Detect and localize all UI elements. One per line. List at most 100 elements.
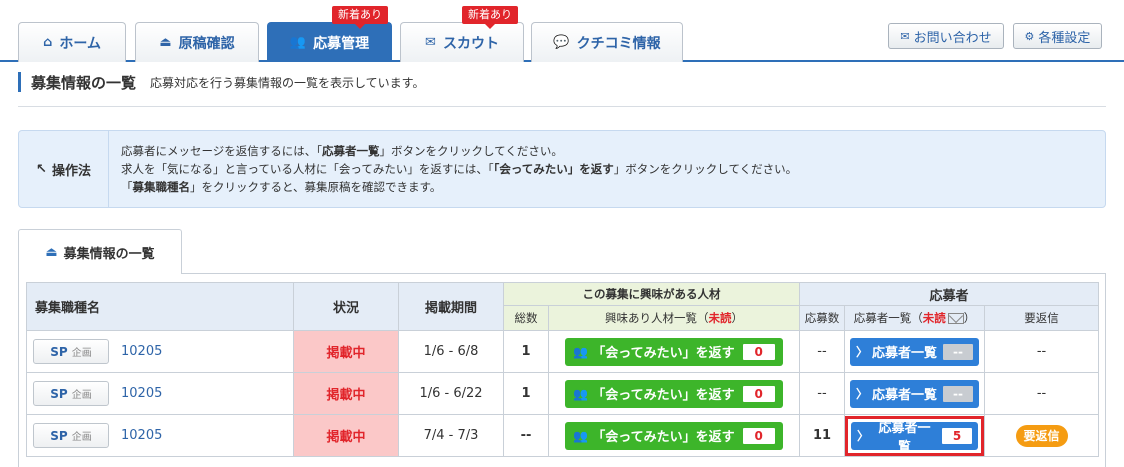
applicant-list-button[interactable]: 〉応募者一覧 -- bbox=[849, 379, 980, 408]
cell-job: SP 企画 10205 bbox=[26, 330, 294, 373]
sp-sub-label: 企画 bbox=[71, 390, 92, 401]
header-text: 興味あり人材一覧（ bbox=[605, 311, 709, 325]
users-icon: 👥 bbox=[573, 386, 589, 401]
applicant-count-cell: -- bbox=[799, 330, 845, 373]
header-text: ） bbox=[731, 311, 744, 325]
sp-plan-button[interactable]: SP 企画 bbox=[33, 423, 109, 448]
meet-button-label: 「会ってみたい」を返す bbox=[592, 346, 735, 361]
col-header-applicants-group: 応募者 bbox=[798, 282, 1100, 306]
col-header-total: 総数 bbox=[503, 305, 549, 331]
job-title-link[interactable]: 10205 bbox=[121, 386, 162, 401]
job-table: 募集職種名 状況 掲載期間 この募集に興味がある人材 応募者 総数 興味あり人材… bbox=[26, 282, 1100, 457]
sp-label: SP bbox=[50, 344, 68, 359]
col-header-applicant-list: 応募者一覧（未読 ） bbox=[844, 305, 985, 331]
instruction-text-part: 応募者にメッセージを返信するには、「 bbox=[121, 144, 323, 158]
unread-label: 未読 bbox=[708, 311, 732, 325]
instruction-box: ↖ 操作法 応募者にメッセージを返信するには、「応募者一覧」ボタンをクリックして… bbox=[18, 130, 1106, 208]
table-row: SP 企画 10205 掲載中 7/4 - 7/3 -- 👥 「会ってみたい」を返す 0… bbox=[26, 414, 1100, 457]
interest-total-cell: 1 bbox=[503, 372, 549, 415]
instruction-line-1: 応募者にメッセージを返信するには、「応募者一覧」ボタンをクリックしてください。 bbox=[121, 142, 797, 160]
sp-label: SP bbox=[50, 386, 68, 401]
meet-cell: 👥 「会ってみたい」を返す 0 bbox=[548, 372, 800, 415]
header-text: 応募者一覧（ bbox=[853, 311, 923, 325]
tab-manuscript-label: 原稿確認 bbox=[178, 35, 235, 52]
page-heading: 募集情報の一覧 応募対応を行う募集情報の一覧を表示しています。 bbox=[18, 70, 424, 94]
status-cell: 掲載中 bbox=[293, 330, 399, 373]
meet-count: 0 bbox=[742, 385, 775, 402]
cell-job: SP 企画 10205 bbox=[26, 372, 294, 415]
meet-button-label: 「会ってみたい」を返す bbox=[592, 430, 735, 445]
settings-button[interactable]: ⚙ 各種設定 bbox=[1013, 23, 1102, 49]
job-title-link[interactable]: 10205 bbox=[121, 428, 162, 443]
col-header-reply-needed: 要返信 bbox=[983, 305, 1100, 331]
period-cell: 1/6 - 6/8 bbox=[398, 330, 504, 373]
meet-cell: 👥 「会ってみたい」を返す 0 bbox=[548, 414, 800, 457]
period-cell: 1/6 - 6/22 bbox=[398, 372, 504, 415]
divider bbox=[18, 106, 1106, 107]
col-header-applicant-count: 応募数 bbox=[799, 305, 845, 331]
period-cell: 7/4 - 7/3 bbox=[398, 414, 504, 457]
meet-count: 0 bbox=[742, 343, 775, 360]
heading-accent-bar bbox=[18, 72, 21, 92]
instruction-line-2: 求人を「気になる」と言っている人材に「会ってみたい」を返すには、「「会ってみたい… bbox=[121, 160, 797, 178]
cell-job: SP 企画 10205 bbox=[26, 414, 294, 457]
tab-applications[interactable]: 👥 応募管理 bbox=[267, 22, 392, 62]
tab-home[interactable]: ⌂ ホーム bbox=[18, 22, 126, 62]
applicant-list-button[interactable]: 〉応募者一覧 5 bbox=[851, 421, 978, 455]
contact-label: お問い合わせ bbox=[913, 30, 992, 46]
tab-reviews[interactable]: 💬 クチコミ情報 bbox=[531, 22, 683, 62]
job-title-link[interactable]: 10205 bbox=[121, 344, 162, 359]
tab-manuscript[interactable]: ⏏ 原稿確認 bbox=[135, 22, 259, 62]
header-text: ） bbox=[963, 311, 976, 325]
applicant-list-label: 応募者一覧 bbox=[878, 420, 931, 455]
gear-icon: ⚙ bbox=[1024, 29, 1035, 43]
home-icon: ⌂ bbox=[43, 35, 53, 50]
return-meet-button[interactable]: 👥 「会ってみたい」を返す 0 bbox=[565, 337, 783, 366]
status-cell: 掲載中 bbox=[293, 372, 399, 415]
unread-label: 未読 bbox=[922, 311, 946, 325]
tab-job-list[interactable]: ⏏ 募集情報の一覧 bbox=[18, 229, 182, 274]
reply-cell: -- bbox=[983, 372, 1100, 415]
table-row: SP 企画 10205 掲載中 1/6 - 6/22 1 👥 「会ってみたい」を返す 0… bbox=[26, 372, 1100, 415]
sp-plan-button[interactable]: SP 企画 bbox=[33, 339, 109, 364]
tab-scout-label: スカウト bbox=[442, 35, 499, 52]
tab-home-label: ホーム bbox=[59, 35, 101, 52]
instruction-text-part: 」をクリックすると、募集原稿を確認できます。 bbox=[190, 180, 442, 194]
reply-needed-badge[interactable]: 要返信 bbox=[1015, 424, 1068, 447]
cursor-icon: ↖ bbox=[36, 161, 47, 177]
applicant-count-cell: 11 bbox=[799, 414, 845, 457]
new-badge-applications: 新着あり bbox=[332, 6, 388, 29]
meet-cell: 👥 「会ってみたい」を返す 0 bbox=[548, 330, 800, 373]
instruction-text-bold: 「会ってみたい」を返す bbox=[493, 162, 614, 176]
return-meet-button[interactable]: 👥 「会ってみたい」を返す 0 bbox=[565, 421, 783, 450]
applicant-list-button[interactable]: 〉応募者一覧 -- bbox=[849, 337, 980, 366]
instruction-text: 応募者にメッセージを返信するには、「応募者一覧」ボタンをクリックしてください。 … bbox=[121, 142, 797, 196]
applicant-count-cell: -- bbox=[799, 372, 845, 415]
reply-cell: 要返信 bbox=[983, 414, 1100, 457]
users-icon: 👥 bbox=[573, 428, 589, 443]
tab-job-list-label: 募集情報の一覧 bbox=[63, 246, 155, 262]
unread-count: -- bbox=[943, 385, 974, 402]
applicant-list-cell: 〉応募者一覧 -- bbox=[844, 372, 985, 415]
instruction-label-text: 操作法 bbox=[51, 163, 91, 179]
list-icon: ⏏ bbox=[45, 244, 58, 260]
return-meet-button[interactable]: 👥 「会ってみたい」を返す 0 bbox=[565, 379, 783, 408]
tab-applications-label: 応募管理 bbox=[313, 35, 370, 52]
applicant-list-cell: 〉応募者一覧 5 bbox=[844, 414, 985, 457]
instruction-line-3: 「募集職種名」をクリックすると、募集原稿を確認できます。 bbox=[121, 178, 797, 196]
sp-plan-button[interactable]: SP 企画 bbox=[33, 381, 109, 406]
users-icon: 👥 bbox=[289, 35, 307, 50]
contact-button[interactable]: ✉ お問い合わせ bbox=[888, 23, 1004, 49]
chevron-right-icon: 〉 bbox=[855, 345, 868, 359]
chat-icon: 💬 bbox=[553, 35, 570, 50]
tab-scout[interactable]: ✉ スカウト bbox=[400, 22, 524, 62]
interest-total-cell: -- bbox=[503, 414, 549, 457]
sp-sub-label: 企画 bbox=[71, 348, 92, 359]
page-description: 応募対応を行う募集情報の一覧を表示しています。 bbox=[150, 75, 425, 90]
sp-label: SP bbox=[50, 428, 68, 443]
unread-count: 5 bbox=[942, 427, 972, 444]
instruction-text-part: 」ボタンをクリックしてください。 bbox=[613, 162, 798, 176]
table-row: SP 企画 10205 掲載中 1/6 - 6/8 1 👥 「会ってみたい」を返す 0 … bbox=[26, 330, 1100, 373]
instruction-text-part: 」ボタンをクリックしてください。 bbox=[379, 144, 563, 158]
unread-count: -- bbox=[943, 343, 974, 360]
